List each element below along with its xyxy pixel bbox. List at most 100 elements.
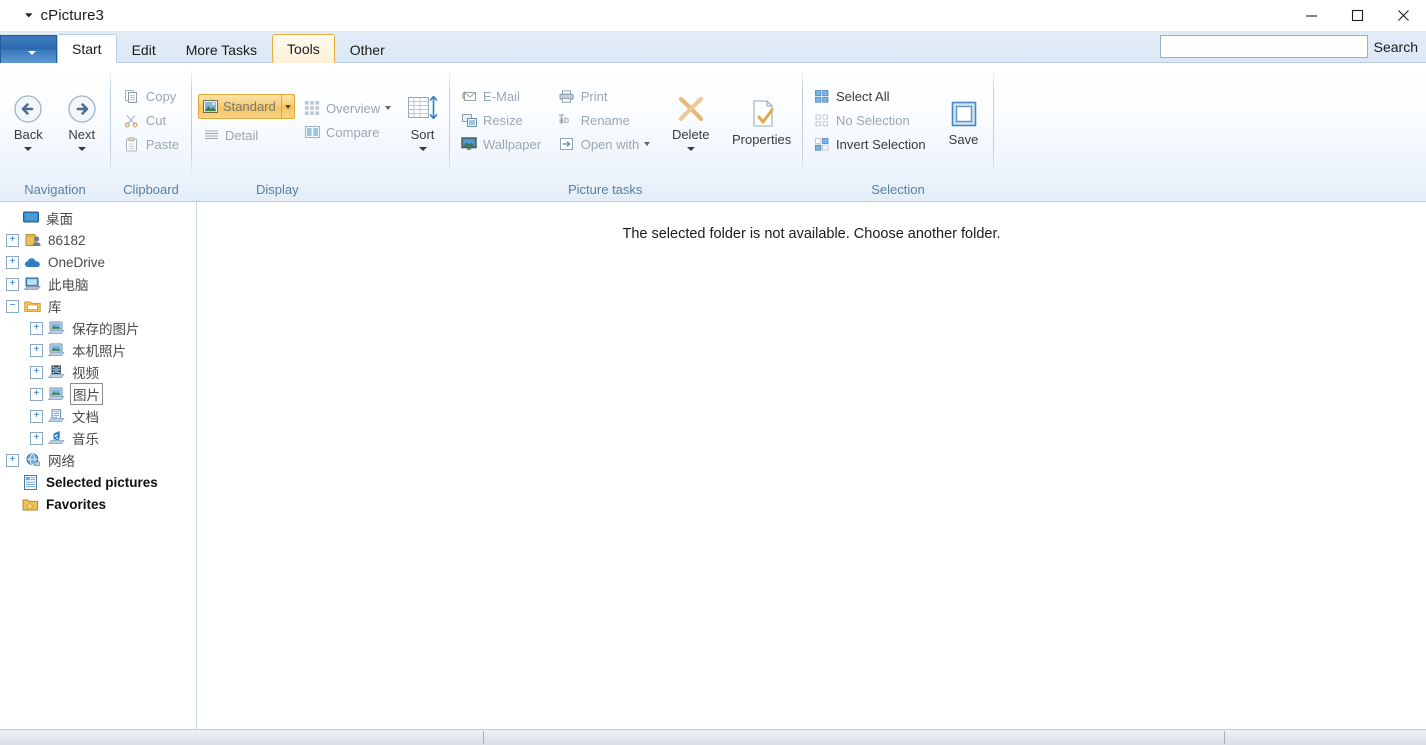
- tree-node-library[interactable]: − 库: [0, 295, 196, 317]
- tree-node-local-photos[interactable]: + 本机照片: [0, 339, 196, 361]
- expander-plus-icon[interactable]: +: [6, 277, 19, 291]
- group-label-selection: Selection: [871, 181, 925, 197]
- print-button[interactable]: Print: [554, 85, 655, 107]
- back-button[interactable]: Back: [6, 89, 51, 151]
- no-selection-button[interactable]: No Selection: [809, 109, 933, 131]
- empty-folder-message: The selected folder is not available. Ch…: [622, 226, 1001, 242]
- tree-node-86182[interactable]: + 86182: [0, 229, 196, 251]
- tree-node-this-pc[interactable]: + 此电脑: [0, 273, 196, 295]
- rename-icon: ab: [558, 114, 576, 126]
- compare-button[interactable]: Compare: [299, 121, 395, 143]
- cpicture-window: ▾ cPicture3 Start Edit More Tasks Tools …: [0, 0, 1426, 745]
- delete-caret-icon[interactable]: [686, 147, 695, 151]
- tree-node-desktop[interactable]: 桌面: [0, 207, 196, 229]
- overview-button[interactable]: Overview: [299, 97, 395, 119]
- tree-node-network[interactable]: + 网络: [0, 449, 196, 471]
- standard-view-label: Standard: [223, 99, 276, 114]
- tab-edit[interactable]: Edit: [117, 35, 171, 63]
- save-button[interactable]: Save: [940, 94, 987, 147]
- expander-plus-icon[interactable]: +: [30, 409, 43, 423]
- tree-node-documents[interactable]: + 文档: [0, 405, 196, 427]
- scissors-icon: [123, 113, 141, 128]
- compare-icon: [303, 126, 321, 138]
- tab-edit-label: Edit: [131, 41, 156, 58]
- overview-label: Overview: [326, 100, 381, 116]
- expander-plus-icon[interactable]: +: [30, 343, 43, 357]
- sort-caret-icon[interactable]: [418, 147, 427, 151]
- next-button[interactable]: Next: [59, 89, 104, 151]
- properties-button[interactable]: Properties: [727, 94, 796, 147]
- grid-icon: [303, 101, 321, 115]
- detail-view-button[interactable]: Detail: [198, 124, 295, 146]
- tab-tools-label: Tools: [287, 40, 320, 57]
- properties-icon: [747, 98, 777, 130]
- close-icon[interactable]: [1380, 0, 1426, 31]
- selected-pictures-icon: [22, 474, 39, 490]
- paste-button[interactable]: Paste: [119, 133, 183, 155]
- delete-button[interactable]: Delete: [659, 89, 722, 151]
- email-icon: [460, 90, 478, 103]
- invert-selection-button[interactable]: Invert Selection: [809, 133, 933, 155]
- paste-label: Paste: [145, 136, 180, 152]
- sort-button[interactable]: Sort: [402, 89, 443, 151]
- ribbon-group-picture-tasks: E-Mail Resize Wallpaper Print ab Rename …: [450, 63, 802, 201]
- status-panel-2: [484, 730, 1224, 745]
- ribbon: Back Next Navigation Copy Cut Paste Clip…: [0, 63, 1426, 202]
- select-all-icon: [813, 89, 831, 103]
- tree-node-saved-pictures[interactable]: + 保存的图片: [0, 317, 196, 339]
- rename-button[interactable]: ab Rename: [554, 109, 655, 131]
- open-with-label: Open with: [580, 136, 640, 152]
- select-all-label: Select All: [836, 88, 890, 104]
- svg-text:ab: ab: [559, 115, 569, 125]
- expander-plus-icon[interactable]: +: [30, 387, 43, 401]
- compare-label: Compare: [326, 124, 380, 140]
- content-pane[interactable]: The selected folder is not available. Ch…: [197, 202, 1426, 729]
- open-with-button[interactable]: Open with: [554, 133, 655, 155]
- wallpaper-label: Wallpaper: [483, 136, 542, 152]
- folder-tree-sidebar[interactable]: 桌面 + 86182 + OneDrive + 此电脑 − 库 + 保存的图片 …: [0, 202, 197, 729]
- cut-button[interactable]: Cut: [119, 109, 183, 131]
- open-with-caret-icon[interactable]: [644, 142, 651, 146]
- standard-view-toggle[interactable]: Standard: [198, 94, 295, 119]
- tree-node-onedrive[interactable]: + OneDrive: [0, 251, 196, 273]
- email-label: E-Mail: [483, 88, 520, 104]
- expander-minus-icon[interactable]: −: [6, 299, 19, 313]
- tab-start[interactable]: Start: [57, 34, 117, 63]
- next-button-label: Next: [68, 127, 96, 142]
- tree-node-selected-pictures[interactable]: Selected pictures: [0, 471, 196, 493]
- tree-node-pictures[interactable]: + 图片: [0, 383, 196, 405]
- expander-plus-icon[interactable]: +: [6, 255, 19, 269]
- standard-view-dropdown[interactable]: [280, 95, 294, 118]
- copy-button[interactable]: Copy: [119, 85, 183, 107]
- expander-plus-icon[interactable]: +: [6, 233, 19, 247]
- expander-plus-icon[interactable]: +: [6, 453, 19, 467]
- next-caret-icon[interactable]: [77, 147, 86, 151]
- search-input[interactable]: [1159, 35, 1368, 58]
- tab-tools[interactable]: Tools: [272, 34, 335, 63]
- tree-node-favorites[interactable]: Favorites: [0, 493, 196, 515]
- tab-other[interactable]: Other: [335, 35, 400, 63]
- back-caret-icon[interactable]: [24, 147, 33, 151]
- search-button[interactable]: Search: [1374, 39, 1418, 55]
- title-bar: ▾ cPicture3: [0, 0, 1426, 31]
- minimize-icon[interactable]: [1288, 0, 1334, 31]
- ribbon-group-navigation: Back Next Navigation: [0, 63, 110, 201]
- caret-down-icon[interactable]: ▾: [25, 11, 32, 20]
- expander-plus-icon[interactable]: +: [30, 321, 43, 335]
- print-label: Print: [580, 88, 608, 104]
- tree-node-music[interactable]: + 音乐: [0, 427, 196, 449]
- maximize-icon[interactable]: [1334, 0, 1380, 31]
- email-button[interactable]: E-Mail: [456, 85, 547, 107]
- pictures-lib-icon: [48, 386, 65, 402]
- expander-plus-icon[interactable]: +: [30, 431, 43, 445]
- wallpaper-button[interactable]: Wallpaper: [456, 133, 547, 155]
- printer-icon: [558, 89, 576, 103]
- tab-more-tasks[interactable]: More Tasks: [171, 35, 272, 63]
- application-menu-button[interactable]: [0, 35, 57, 63]
- tree-node-videos[interactable]: + 视频: [0, 361, 196, 383]
- overview-caret-icon[interactable]: [385, 106, 392, 110]
- resize-button[interactable]: Resize: [456, 109, 547, 131]
- expander-plus-icon[interactable]: +: [30, 365, 43, 379]
- status-panel-3-text: [1225, 734, 1237, 745]
- select-all-button[interactable]: Select All: [809, 85, 933, 107]
